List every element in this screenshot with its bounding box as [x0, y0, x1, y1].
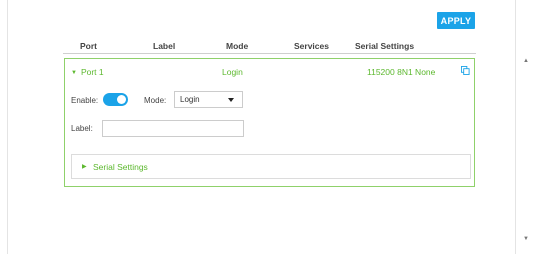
mode-select[interactable]: Login: [174, 91, 243, 108]
serial-settings-section[interactable]: ▶ Serial Settings: [71, 154, 471, 179]
copy-icon[interactable]: [461, 66, 470, 75]
right-divider: [515, 0, 516, 254]
mode-select-value: Login: [180, 95, 200, 104]
chevron-down-icon: [228, 98, 234, 102]
apply-button[interactable]: APPLY: [437, 12, 475, 29]
enable-toggle[interactable]: [103, 93, 128, 106]
scroll-up-arrow-icon[interactable]: ▲: [523, 58, 529, 64]
port-name: Port 1: [80, 67, 104, 77]
caret-right-icon: ▶: [82, 164, 87, 170]
serial-settings-title: Serial Settings: [93, 162, 148, 172]
label-label: Label:: [71, 124, 93, 133]
serial-cell: 115200 8N1 None: [367, 67, 436, 77]
header-label: Label: [153, 41, 176, 51]
header-divider: [63, 53, 476, 54]
toggle-knob: [117, 95, 126, 104]
header-services: Services: [294, 41, 329, 51]
port-row[interactable]: ▼ Port 1 Login 115200 8N1 None: [65, 59, 474, 83]
left-divider: [7, 0, 8, 254]
table-header: Port Label Mode Services Serial Settings: [63, 41, 476, 53]
port-card: ▼ Port 1 Login 115200 8N1 None Enable: Mo…: [64, 58, 475, 187]
enable-label: Enable:: [71, 96, 99, 105]
caret-down-icon: ▼: [71, 70, 77, 76]
header-port: Port: [80, 41, 97, 51]
header-mode: Mode: [226, 41, 249, 51]
mode-label: Mode:: [144, 96, 167, 105]
mode-cell: Login: [222, 67, 243, 77]
port-cell[interactable]: ▼ Port 1: [71, 67, 104, 77]
header-serial-settings: Serial Settings: [355, 41, 415, 51]
scroll-down-arrow-icon[interactable]: ▼: [523, 236, 529, 242]
label-input[interactable]: [102, 120, 244, 137]
